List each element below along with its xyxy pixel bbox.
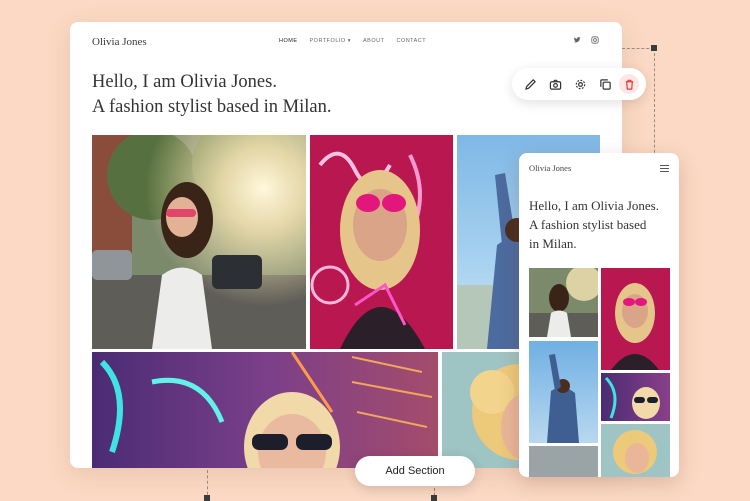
edit-button[interactable] xyxy=(522,76,538,92)
guide-handle xyxy=(651,45,657,51)
gallery-photo-neon-pink[interactable] xyxy=(310,135,453,349)
mobile-photo-blonde[interactable] xyxy=(601,424,670,477)
social-links xyxy=(573,36,599,44)
pencil-icon xyxy=(524,78,536,90)
delete-button[interactable] xyxy=(619,74,639,94)
nav-item-contact[interactable]: CONTACT xyxy=(396,38,426,44)
nav-item-home[interactable]: HOME xyxy=(279,38,298,44)
site-logo[interactable]: Olivia Jones xyxy=(92,36,147,48)
duplicate-icon xyxy=(599,78,611,90)
mobile-hero-line-3: in Milan. xyxy=(529,236,577,251)
trash-icon xyxy=(625,79,633,90)
hero-heading: Hello, I am Olivia Jones. A fashion styl… xyxy=(92,70,331,120)
guide-handle-bottom xyxy=(431,495,437,501)
hero-line-2: A fashion stylist based in Milan. xyxy=(92,97,332,117)
camera-icon xyxy=(549,79,561,90)
hero-line-1: Hello, I am Olivia Jones. xyxy=(92,72,277,92)
add-section-button[interactable]: Add Section xyxy=(355,456,475,486)
duplicate-button[interactable] xyxy=(597,76,613,92)
gallery-photo-neon-purple[interactable] xyxy=(92,352,438,468)
mobile-hero-line-1: Hello, I am Olivia Jones. xyxy=(529,198,659,213)
guide-line-right xyxy=(654,48,655,168)
twitter-icon[interactable] xyxy=(573,36,581,44)
gallery-photo-street[interactable] xyxy=(92,135,306,349)
mobile-preview: Olivia Jones Hello, I am Olivia Jones. A… xyxy=(519,153,679,477)
gear-icon xyxy=(575,79,585,89)
instagram-icon[interactable] xyxy=(591,36,599,44)
nav-item-portfolio[interactable]: PORTFOLIO ▾ xyxy=(310,38,351,44)
guide-line-top xyxy=(622,48,654,49)
site-nav: HOME PORTFOLIO ▾ ABOUT CONTACT xyxy=(279,38,426,44)
mobile-hero-line-2: A fashion stylist based xyxy=(529,217,647,232)
mobile-photo-street[interactable] xyxy=(529,268,598,337)
guide-handle-bottom-left xyxy=(204,495,210,501)
mobile-photo-neon-pink[interactable] xyxy=(601,268,670,370)
change-image-button[interactable] xyxy=(547,76,563,92)
mobile-hero-heading: Hello, I am Olivia Jones. A fashion styl… xyxy=(529,196,659,253)
mobile-site-logo[interactable]: Olivia Jones xyxy=(529,163,571,173)
settings-button[interactable] xyxy=(572,76,588,92)
mobile-photo-partial[interactable] xyxy=(529,446,598,477)
mobile-photo-sky[interactable] xyxy=(529,341,598,443)
hamburger-menu-icon[interactable] xyxy=(660,165,669,172)
nav-item-about[interactable]: ABOUT xyxy=(363,38,384,44)
mobile-photo-neon-purple[interactable] xyxy=(601,373,670,421)
element-toolbar xyxy=(512,68,646,100)
